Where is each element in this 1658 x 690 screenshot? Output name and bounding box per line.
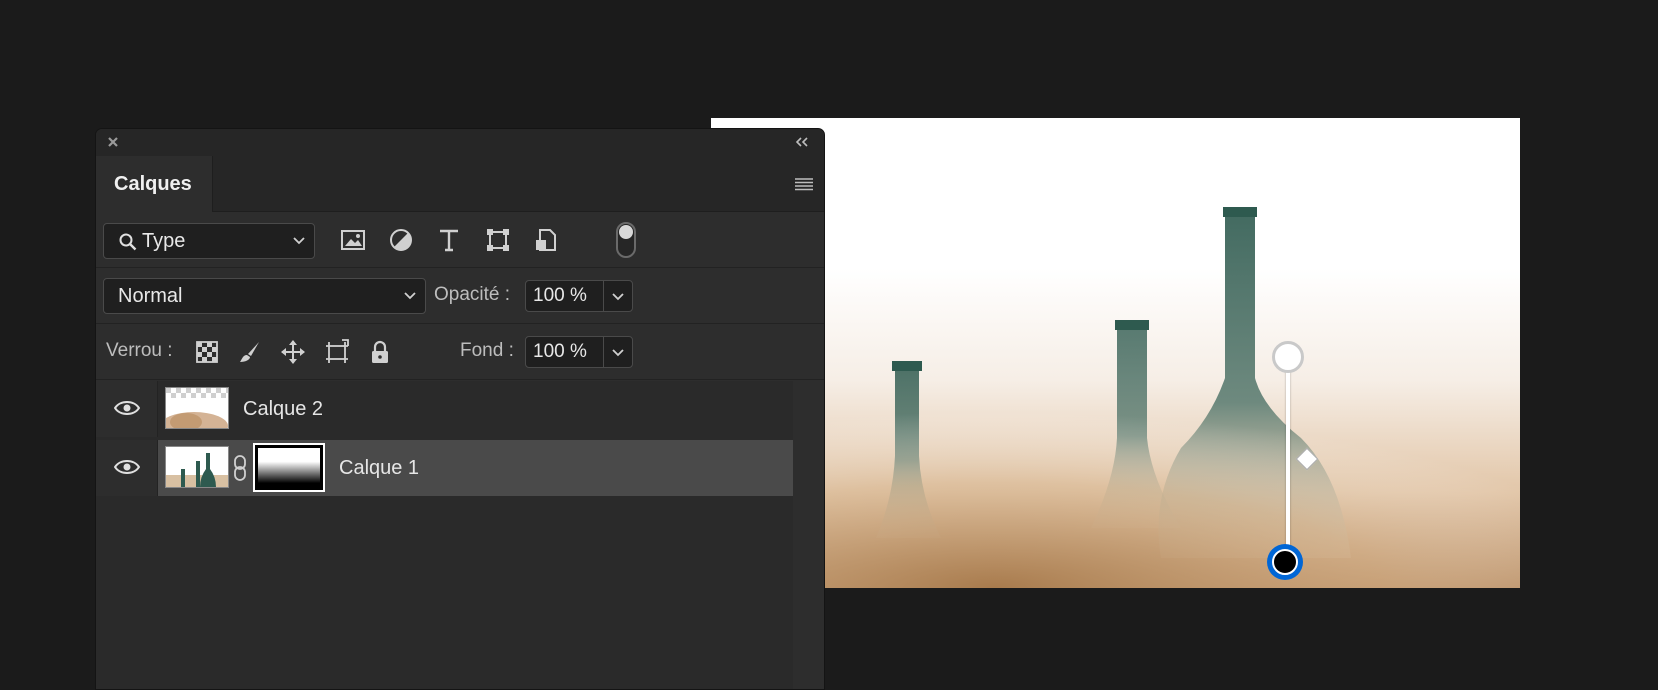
filter-toggle-knob <box>619 225 633 239</box>
layer-name[interactable]: Calque 1 <box>339 457 419 480</box>
search-icon <box>119 233 137 251</box>
canvas-image <box>711 118 1520 588</box>
panel-menu-icon[interactable] <box>794 176 814 192</box>
adjustment-filter-icon[interactable] <box>387 226 415 254</box>
fill-field[interactable]: 100 % <box>525 336 633 368</box>
opacity-label: Opacité : <box>434 284 511 305</box>
layers-list: Calque 2 Calque 1 <box>96 381 793 689</box>
lock-position-icon[interactable] <box>280 339 306 365</box>
layer-thumbnail <box>165 387 229 429</box>
lock-label: Verrou : <box>106 340 173 361</box>
opacity-dropdown[interactable] <box>604 281 632 311</box>
shape-filter-icon[interactable] <box>484 226 512 254</box>
filter-type-value: Type <box>142 229 186 252</box>
type-filter-icon[interactable] <box>435 226 463 254</box>
tab-layers[interactable]: Calques <box>96 156 213 212</box>
panel-title-bar <box>96 129 824 156</box>
close-icon[interactable] <box>106 135 120 149</box>
chain-link-icon[interactable] <box>233 454 247 482</box>
lock-pixels-icon[interactable] <box>237 339 263 365</box>
gradient-end-handle[interactable] <box>1267 544 1303 580</box>
collapse-panel-icon[interactable] <box>794 135 810 149</box>
layer-mask-thumbnail[interactable] <box>253 443 325 492</box>
thumbnail-image <box>166 447 228 487</box>
fill-value[interactable]: 100 % <box>526 337 604 367</box>
blend-mode-select[interactable]: Normal <box>103 278 426 314</box>
document-canvas[interactable] <box>711 118 1520 588</box>
lock-transparency-icon[interactable] <box>194 339 220 365</box>
smart-object-filter-icon[interactable] <box>532 226 560 254</box>
blend-row: Normal Opacité : 100 % <box>96 269 824 324</box>
filter-toggle[interactable] <box>616 222 636 258</box>
gradient-line[interactable] <box>1286 355 1290 565</box>
opacity-field[interactable]: 100 % <box>525 280 633 312</box>
panel-tab-bar: Calques <box>96 156 824 212</box>
opacity-value[interactable]: 100 % <box>526 281 604 311</box>
image-filter-icon[interactable] <box>339 226 367 254</box>
layer-row-calque-1[interactable]: Calque 1 <box>96 440 793 496</box>
layer-name[interactable]: Calque 2 <box>243 398 323 421</box>
chevron-down-icon <box>293 237 305 245</box>
gradient-start-handle[interactable] <box>1272 341 1304 373</box>
lock-row: Verrou : Fond : 100 % <box>96 325 824 380</box>
chevron-down-icon <box>612 349 624 357</box>
layers-panel: Calques Type Normal Opacité: 100 % Verr… <box>95 128 825 690</box>
tab-layers-label: Calques <box>114 172 192 195</box>
fill-label: Fond : <box>460 340 514 361</box>
fill-dropdown[interactable] <box>604 337 632 367</box>
filter-type-select[interactable]: Type <box>103 223 315 259</box>
filter-row: Type <box>96 212 824 268</box>
visibility-toggle[interactable] <box>96 381 158 437</box>
blend-mode-value: Normal <box>118 284 183 307</box>
layers-scrollbar[interactable] <box>793 381 824 689</box>
chevron-down-icon <box>404 292 416 300</box>
visibility-toggle[interactable] <box>96 440 158 496</box>
thumbnail-image <box>166 388 228 428</box>
lock-artboard-icon[interactable] <box>324 339 350 365</box>
chevron-down-icon <box>612 293 624 301</box>
layer-thumbnail <box>165 446 229 488</box>
eye-icon <box>114 401 140 415</box>
layer-row-calque-2[interactable]: Calque 2 <box>96 381 793 437</box>
eye-icon <box>114 460 140 474</box>
lock-all-icon[interactable] <box>367 339 393 365</box>
